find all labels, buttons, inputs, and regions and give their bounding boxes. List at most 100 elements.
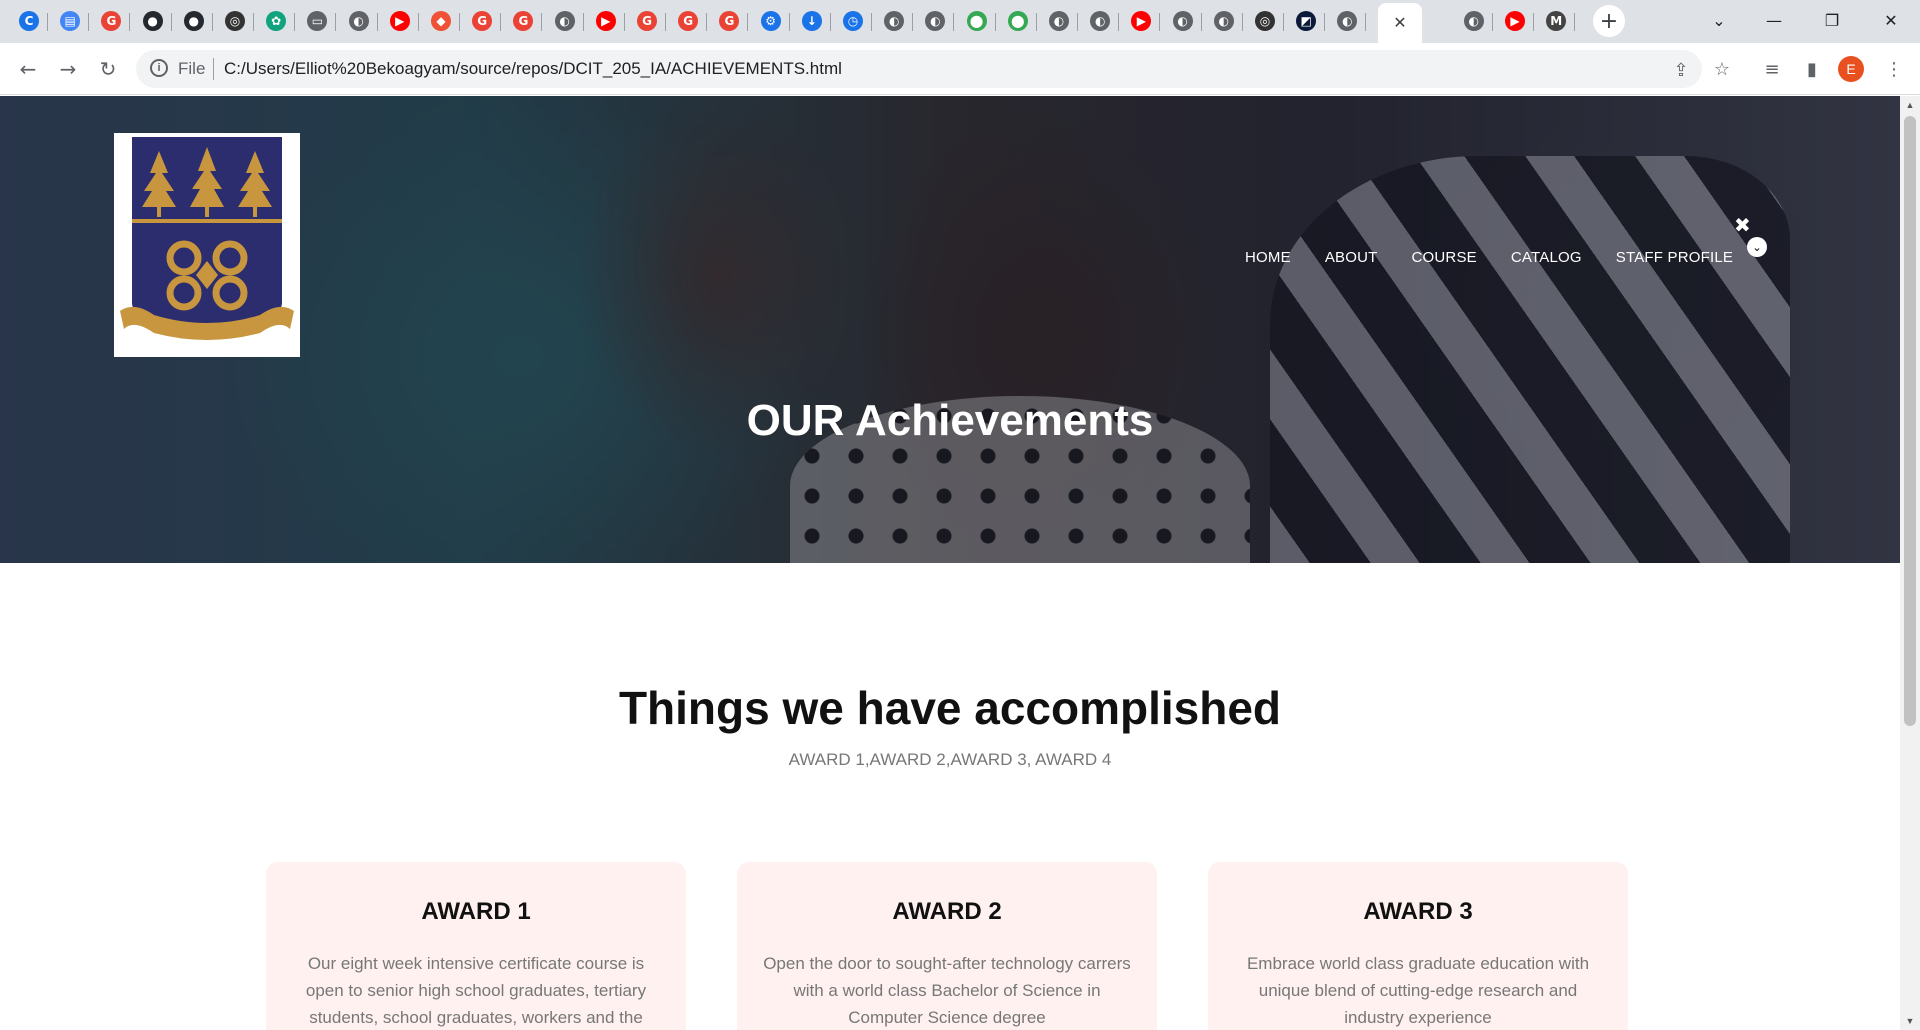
award-card-title: AWARD 2: [892, 898, 1002, 925]
browser-tab[interactable]: M: [1537, 4, 1576, 38]
globe-icon: ◐: [554, 11, 575, 31]
browser-tab[interactable]: ●: [134, 4, 172, 38]
globe-icon: ◐: [348, 11, 369, 31]
award-card-text: Embrace world class graduate education w…: [1246, 954, 1590, 1027]
bookmark-star-icon[interactable]: ☆: [1706, 53, 1738, 85]
google-icon: G: [719, 11, 740, 31]
tab-separator: [665, 13, 666, 31]
address-bar[interactable]: i File C:/Users/Elliot%20Bekoagyam/sourc…: [136, 50, 1702, 88]
url-text[interactable]: C:/Users/Elliot%20Bekoagyam/source/repos…: [224, 59, 842, 79]
tab-separator: [294, 13, 296, 31]
browser-tab[interactable]: ◎: [216, 4, 254, 38]
github-icon: ●: [142, 11, 163, 31]
download-icon: ↓: [801, 11, 822, 31]
browser-tab[interactable]: ⚙: [752, 4, 790, 38]
tab-separator: [417, 13, 419, 31]
reload-icon[interactable]: ↻: [92, 53, 124, 85]
history-icon: ◷: [843, 11, 863, 31]
info-icon[interactable]: i: [150, 59, 168, 77]
nav-course[interactable]: COURSE: [1412, 249, 1477, 266]
tab-separator: [953, 13, 955, 31]
browser-tab[interactable]: ▶: [1496, 4, 1534, 38]
tab-separator: [1491, 13, 1493, 31]
tab-separator: [376, 13, 378, 31]
browser-tab[interactable]: G: [628, 4, 666, 38]
page-scrollbar[interactable]: ▲ ▼: [1900, 96, 1920, 1030]
browser-tab[interactable]: ▭: [298, 4, 337, 38]
section-subtitle: AWARD 1,AWARD 2,AWARD 3, AWARD 4: [788, 750, 1112, 769]
browser-tab[interactable]: ◐: [1081, 4, 1120, 38]
browser-tab[interactable]: ⬤: [999, 4, 1037, 38]
browser-toolbar: ← → ↻ i File C:/Users/Elliot%20Bekoagyam…: [0, 43, 1920, 95]
side-panel-icon[interactable]: ▮: [1796, 53, 1828, 85]
award-card-text: Open the door to sought-after technology…: [763, 954, 1131, 1027]
browser-tab[interactable]: ↓: [793, 4, 831, 38]
browser-tab[interactable]: ▶: [587, 4, 625, 38]
main-nav: HOME ABOUT COURSE CATALOG STAFF PROFILE: [1245, 249, 1733, 266]
browser-tab[interactable]: G: [669, 4, 708, 38]
tab-separator: [1324, 13, 1326, 31]
browser-tab[interactable]: G: [463, 4, 502, 38]
browser-tab[interactable]: ◩: [1287, 4, 1326, 38]
browser-tab[interactable]: ◐: [1205, 4, 1243, 38]
minimize-icon[interactable]: —: [1745, 0, 1803, 40]
browser-tab[interactable]: ◆: [422, 4, 460, 38]
tab-separator: [88, 13, 90, 31]
tab-separator: [1118, 13, 1120, 31]
google-icon: G: [472, 11, 493, 31]
media-control-icon[interactable]: ≡: [1756, 53, 1788, 85]
profile-avatar[interactable]: E: [1838, 56, 1864, 82]
award-card: AWARD 2 Open the door to sought-after te…: [737, 862, 1157, 1030]
browser-tab[interactable]: ◐: [1328, 4, 1367, 38]
nav-about[interactable]: ABOUT: [1325, 249, 1378, 266]
university-logo[interactable]: [114, 133, 300, 357]
browser-tab[interactable]: ●: [175, 4, 213, 38]
close-window-icon[interactable]: ✕: [1862, 0, 1920, 40]
scrollbar-thumb[interactable]: [1904, 116, 1916, 726]
close-menu-icon[interactable]: ✖: [1734, 213, 1751, 237]
tab-search-icon[interactable]: ⌄: [1690, 0, 1748, 40]
scroll-up-icon[interactable]: ▲: [1900, 96, 1920, 114]
scroll-down-icon[interactable]: ▼: [1900, 1012, 1920, 1030]
browser-tab[interactable]: ◎: [1246, 4, 1284, 38]
browser-tab[interactable]: C: [10, 4, 48, 38]
browser-tab[interactable]: G: [92, 4, 131, 38]
browser-tab[interactable]: ◐: [546, 4, 584, 38]
tab-separator: [912, 13, 914, 31]
browser-tab[interactable]: ▶: [1122, 4, 1161, 38]
share-icon[interactable]: ⇪: [1670, 59, 1692, 81]
openai-icon: ◎: [1255, 11, 1275, 31]
browser-tab[interactable]: ◐: [340, 4, 378, 38]
app-icon: ◩: [1296, 11, 1317, 31]
globe-icon: ◐: [884, 11, 905, 31]
active-tab[interactable]: ✕: [1378, 3, 1422, 43]
google-icon: G: [637, 11, 657, 31]
tab-separator: [211, 13, 213, 31]
browser-tab[interactable]: ◐: [1455, 4, 1493, 38]
back-icon[interactable]: ←: [12, 53, 44, 85]
nav-staff-profile[interactable]: STAFF PROFILE: [1616, 249, 1733, 266]
award-card-text: Our eight week intensive certificate cou…: [305, 954, 647, 1027]
new-tab-button[interactable]: +: [1593, 5, 1625, 37]
browser-tab[interactable]: ◐: [1040, 4, 1078, 38]
tab-separator: [47, 13, 48, 31]
chevron-down-icon[interactable]: ⌄: [1747, 237, 1767, 257]
close-tab-icon[interactable]: ✕: [1393, 13, 1406, 33]
browser-tab[interactable]: ⬤: [958, 4, 996, 38]
menu-kebab-icon[interactable]: ⋮: [1878, 53, 1910, 85]
browser-tab[interactable]: ◐: [916, 4, 955, 38]
browser-tab[interactable]: ◐: [875, 4, 914, 38]
browser-tab[interactable]: G: [710, 4, 749, 38]
browser-tab[interactable]: ◷: [834, 4, 872, 38]
browser-tab[interactable]: ◐: [1164, 4, 1202, 38]
browser-tab[interactable]: ▤: [51, 4, 90, 38]
tab-separator: [582, 13, 584, 31]
browser-tab[interactable]: ✿: [257, 4, 296, 38]
forward-icon[interactable]: →: [52, 53, 84, 85]
browser-tab[interactable]: G: [504, 4, 543, 38]
browser-tab[interactable]: ▶: [381, 4, 419, 38]
nav-catalog[interactable]: CATALOG: [1511, 249, 1582, 266]
tab-separator: [459, 13, 460, 31]
nav-home[interactable]: HOME: [1245, 249, 1291, 266]
restore-icon[interactable]: ❐: [1803, 0, 1861, 40]
